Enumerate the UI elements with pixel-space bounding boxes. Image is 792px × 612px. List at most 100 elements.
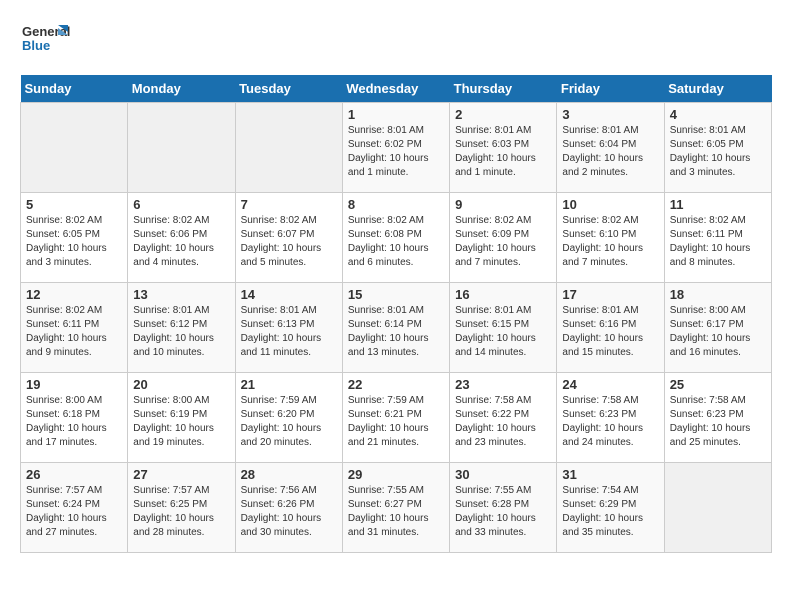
- day-info: Sunrise: 7:59 AM Sunset: 6:20 PM Dayligh…: [241, 394, 337, 450]
- calendar-cell: 11 Sunrise: 8:02 AM Sunset: 6:11 PM Dayli…: [664, 193, 771, 283]
- day-number: 19: [26, 377, 122, 392]
- day-info: Sunrise: 8:01 AM Sunset: 6:15 PM Dayligh…: [455, 304, 551, 360]
- calendar-cell: 30Sunrise: 7:55 AM Sunset: 6:28 PM Dayli…: [450, 463, 557, 553]
- day-info: Sunrise: 8:02 AM Sunset: 6:11 PM Dayligh…: [26, 304, 122, 360]
- day-info: Sunrise: 8:02 AM Sunset: 6:08 PM Dayligh…: [348, 214, 444, 270]
- day-number: 26: [26, 467, 122, 482]
- day-number: 8: [348, 197, 444, 212]
- day-info: Sunrise: 8:00 AM Sunset: 6:18 PM Dayligh…: [26, 394, 122, 450]
- day-info: Sunrise: 7:54 AM Sunset: 6:29 PM Dayligh…: [562, 484, 658, 540]
- day-info: Sunrise: 8:01 AM Sunset: 6:02 PM Dayligh…: [348, 124, 444, 180]
- day-number: 31: [562, 467, 658, 482]
- calendar-cell: 25 Sunrise: 7:58 AM Sunset: 6:23 PM Dayli…: [664, 373, 771, 463]
- page-header: General Blue: [20, 20, 772, 65]
- day-number: 27: [133, 467, 229, 482]
- day-info: Sunrise: 8:02 AM Sunset: 6:07 PM Dayligh…: [241, 214, 337, 270]
- day-number: 23: [455, 377, 551, 392]
- day-number: 29: [348, 467, 444, 482]
- day-number: 17: [562, 287, 658, 302]
- day-number: 20: [133, 377, 229, 392]
- day-number: 22: [348, 377, 444, 392]
- day-info: Sunrise: 8:01 AM Sunset: 6:12 PM Dayligh…: [133, 304, 229, 360]
- day-number: 10: [562, 197, 658, 212]
- day-info: Sunrise: 8:02 AM Sunset: 6:11 PM Dayligh…: [670, 214, 766, 270]
- calendar-cell: 29 Sunrise: 7:55 AM Sunset: 6:27 PM Dayli…: [342, 463, 449, 553]
- calendar-cell: 26Sunrise: 7:57 AM Sunset: 6:24 PM Dayli…: [21, 463, 128, 553]
- calendar-table: SundayMondayTuesdayWednesdayThursdayFrid…: [20, 75, 772, 553]
- calendar-cell: 28Sunrise: 7:56 AM Sunset: 6:26 PM Dayli…: [235, 463, 342, 553]
- day-info: Sunrise: 8:02 AM Sunset: 6:09 PM Dayligh…: [455, 214, 551, 270]
- day-number: 3: [562, 107, 658, 122]
- day-number: 16: [455, 287, 551, 302]
- calendar-cell: [128, 103, 235, 193]
- calendar-cell: 4 Sunrise: 8:01 AM Sunset: 6:05 PM Daylig…: [664, 103, 771, 193]
- calendar-cell: 27 Sunrise: 7:57 AM Sunset: 6:25 PM Dayli…: [128, 463, 235, 553]
- day-info: Sunrise: 7:57 AM Sunset: 6:25 PM Dayligh…: [133, 484, 229, 540]
- logo: General Blue: [20, 20, 70, 65]
- calendar-cell: 13 Sunrise: 8:01 AM Sunset: 6:12 PM Dayli…: [128, 283, 235, 373]
- logo-svg: General Blue: [20, 20, 70, 65]
- day-info: Sunrise: 7:58 AM Sunset: 6:23 PM Dayligh…: [670, 394, 766, 450]
- calendar-cell: 6Sunrise: 8:02 AM Sunset: 6:06 PM Daylig…: [128, 193, 235, 283]
- day-header-thursday: Thursday: [450, 75, 557, 103]
- day-number: 24: [562, 377, 658, 392]
- calendar-cell: 20 Sunrise: 8:00 AM Sunset: 6:19 PM Dayli…: [128, 373, 235, 463]
- day-number: 25: [670, 377, 766, 392]
- day-header-tuesday: Tuesday: [235, 75, 342, 103]
- day-info: Sunrise: 8:01 AM Sunset: 6:05 PM Dayligh…: [670, 124, 766, 180]
- day-info: Sunrise: 8:02 AM Sunset: 6:10 PM Dayligh…: [562, 214, 658, 270]
- day-number: 13: [133, 287, 229, 302]
- svg-text:Blue: Blue: [22, 38, 50, 53]
- day-number: 2: [455, 107, 551, 122]
- week-row-5: 26Sunrise: 7:57 AM Sunset: 6:24 PM Dayli…: [21, 463, 772, 553]
- calendar-cell: 31 Sunrise: 7:54 AM Sunset: 6:29 PM Dayli…: [557, 463, 664, 553]
- day-info: Sunrise: 8:01 AM Sunset: 6:14 PM Dayligh…: [348, 304, 444, 360]
- day-info: Sunrise: 7:58 AM Sunset: 6:22 PM Dayligh…: [455, 394, 551, 450]
- day-number: 12: [26, 287, 122, 302]
- day-number: 6: [133, 197, 229, 212]
- calendar-cell: [235, 103, 342, 193]
- day-header-sunday: Sunday: [21, 75, 128, 103]
- days-header-row: SundayMondayTuesdayWednesdayThursdayFrid…: [21, 75, 772, 103]
- day-number: 9: [455, 197, 551, 212]
- day-number: 1: [348, 107, 444, 122]
- day-header-monday: Monday: [128, 75, 235, 103]
- calendar-cell: 12 Sunrise: 8:02 AM Sunset: 6:11 PM Dayli…: [21, 283, 128, 373]
- calendar-cell: 18Sunrise: 8:00 AM Sunset: 6:17 PM Dayli…: [664, 283, 771, 373]
- day-info: Sunrise: 7:55 AM Sunset: 6:27 PM Dayligh…: [348, 484, 444, 540]
- calendar-cell: 5 Sunrise: 8:02 AM Sunset: 6:05 PM Daylig…: [21, 193, 128, 283]
- calendar-cell: 2Sunrise: 8:01 AM Sunset: 6:03 PM Daylig…: [450, 103, 557, 193]
- calendar-cell: 22Sunrise: 7:59 AM Sunset: 6:21 PM Dayli…: [342, 373, 449, 463]
- day-header-friday: Friday: [557, 75, 664, 103]
- day-header-saturday: Saturday: [664, 75, 771, 103]
- day-number: 5: [26, 197, 122, 212]
- day-info: Sunrise: 8:01 AM Sunset: 6:16 PM Dayligh…: [562, 304, 658, 360]
- week-row-4: 19 Sunrise: 8:00 AM Sunset: 6:18 PM Dayli…: [21, 373, 772, 463]
- calendar-cell: 24 Sunrise: 7:58 AM Sunset: 6:23 PM Dayli…: [557, 373, 664, 463]
- day-number: 30: [455, 467, 551, 482]
- day-header-wednesday: Wednesday: [342, 75, 449, 103]
- calendar-cell: [21, 103, 128, 193]
- calendar-cell: 17 Sunrise: 8:01 AM Sunset: 6:16 PM Dayli…: [557, 283, 664, 373]
- calendar-cell: 23 Sunrise: 7:58 AM Sunset: 6:22 PM Dayli…: [450, 373, 557, 463]
- day-info: Sunrise: 8:00 AM Sunset: 6:19 PM Dayligh…: [133, 394, 229, 450]
- day-info: Sunrise: 8:02 AM Sunset: 6:05 PM Dayligh…: [26, 214, 122, 270]
- day-number: 21: [241, 377, 337, 392]
- day-number: 15: [348, 287, 444, 302]
- day-number: 11: [670, 197, 766, 212]
- day-number: 4: [670, 107, 766, 122]
- day-info: Sunrise: 7:58 AM Sunset: 6:23 PM Dayligh…: [562, 394, 658, 450]
- day-info: Sunrise: 8:01 AM Sunset: 6:13 PM Dayligh…: [241, 304, 337, 360]
- calendar-cell: 9 Sunrise: 8:02 AM Sunset: 6:09 PM Daylig…: [450, 193, 557, 283]
- day-number: 7: [241, 197, 337, 212]
- day-info: Sunrise: 7:56 AM Sunset: 6:26 PM Dayligh…: [241, 484, 337, 540]
- calendar-cell: 21 Sunrise: 7:59 AM Sunset: 6:20 PM Dayli…: [235, 373, 342, 463]
- calendar-cell: 1 Sunrise: 8:01 AM Sunset: 6:02 PM Daylig…: [342, 103, 449, 193]
- calendar-cell: 7 Sunrise: 8:02 AM Sunset: 6:07 PM Daylig…: [235, 193, 342, 283]
- calendar-cell: 15 Sunrise: 8:01 AM Sunset: 6:14 PM Dayli…: [342, 283, 449, 373]
- calendar-cell: 16 Sunrise: 8:01 AM Sunset: 6:15 PM Dayli…: [450, 283, 557, 373]
- day-info: Sunrise: 8:00 AM Sunset: 6:17 PM Dayligh…: [670, 304, 766, 360]
- day-number: 14: [241, 287, 337, 302]
- week-row-1: 1 Sunrise: 8:01 AM Sunset: 6:02 PM Daylig…: [21, 103, 772, 193]
- calendar-cell: 8 Sunrise: 8:02 AM Sunset: 6:08 PM Daylig…: [342, 193, 449, 283]
